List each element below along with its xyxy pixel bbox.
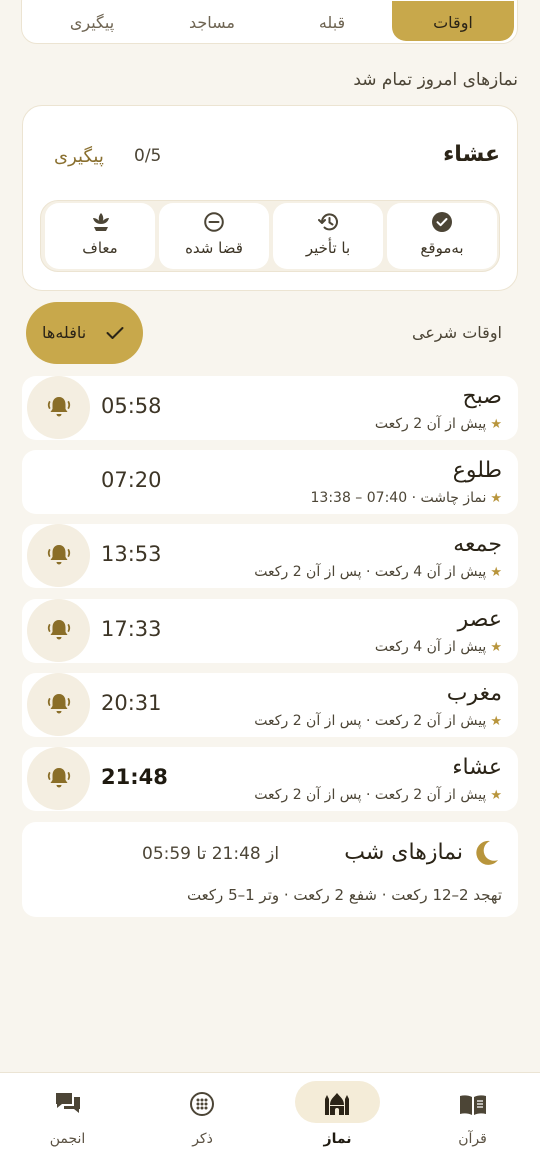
prayer-row-friday[interactable]: 13:53 جمعه ★پیش از آن 4 رکعت · پس از آن … (22, 524, 518, 588)
lotus-icon (93, 213, 109, 231)
prayer-time: 07:20 (101, 468, 162, 492)
tab-times[interactable]: اوقات (392, 1, 514, 41)
alarm-toggle[interactable] (27, 524, 90, 587)
star-icon: ★ (490, 417, 502, 432)
tab-mosques[interactable]: مساجد (172, 1, 252, 41)
tasbih-icon (190, 1092, 214, 1116)
prayer-detail: ★پیش از آن 2 رکعت (374, 416, 502, 432)
check-circle-icon (432, 212, 452, 232)
history-icon (318, 213, 338, 231)
alarm-toggle[interactable] (27, 599, 90, 662)
night-prayers-detail: تهجد 2–12 رکعت · شفع 2 رکعت · وتر 1–5 رک… (186, 886, 502, 904)
nav-quran[interactable]: قرآن (405, 1073, 540, 1159)
nav-label: انجمن (49, 1131, 86, 1147)
nafele-label: نافله‌ها (42, 323, 87, 342)
night-prayers-card[interactable]: نمازهای شب از 21:48 تا 05:59 تهجد 2–12 ر… (22, 822, 518, 917)
prayer-time: 21:48 (101, 765, 168, 789)
star-icon: ★ (490, 714, 502, 729)
prayer-name: عصر (457, 607, 502, 632)
alarm-toggle[interactable] (27, 376, 90, 439)
prayer-row-fajr[interactable]: 05:58 صبح ★پیش از آن 2 رکعت (22, 376, 518, 440)
moon-icon (476, 840, 498, 865)
chat-icon (56, 1093, 80, 1113)
prayer-row-maghrib[interactable]: 20:31 مغرب ★پیش از آن 2 رکعت · پس از آن … (22, 673, 518, 737)
check-icon (106, 327, 124, 339)
top-tab-bar: اوقات قبله مساجد پیگیری (21, 0, 518, 44)
night-prayers-range: از 21:48 تا 05:59 (142, 844, 280, 864)
prayer-detail: ★پیش از آن 2 رکعت · پس از آن 2 رکعت (254, 787, 502, 803)
star-icon: ★ (490, 788, 502, 803)
prayer-detail: ★نماز چاشت · 07:40 – 13:38 (310, 490, 503, 506)
night-prayers-title: نمازهای شب (344, 840, 463, 865)
bottom-nav: انجمن ذکر نماز قرآن (0, 1072, 540, 1159)
prayer-time: 05:58 (101, 394, 162, 418)
minus-circle-icon (204, 212, 224, 232)
on-time-label: به‌موقع (420, 239, 464, 257)
nav-dhikr[interactable]: ذکر (135, 1073, 270, 1159)
mosque-icon (325, 1093, 349, 1115)
nav-prayer[interactable]: نماز (270, 1073, 405, 1159)
star-icon: ★ (490, 640, 502, 655)
tracker-link[interactable]: پیگیری (54, 146, 104, 167)
tracker-count: 0/5 (134, 146, 162, 166)
today-status-text: نمازهای امروز تمام شد (353, 70, 518, 90)
star-icon: ★ (490, 491, 502, 506)
late-button[interactable]: با تأخیر (273, 203, 383, 269)
prayer-name: صبح (462, 384, 502, 409)
exempt-button[interactable]: معاف (45, 203, 155, 269)
bell-icon (47, 768, 71, 788)
prayer-name: مغرب (446, 681, 502, 706)
shari-times-label: اوقات شرعی (412, 323, 502, 342)
prayer-name: جمعه (453, 532, 502, 557)
prayer-row-asr[interactable]: 17:33 عصر ★پیش از آن 4 رکعت (22, 599, 518, 663)
missed-button[interactable]: قضا شده (159, 203, 269, 269)
prayer-detail: ★پیش از آن 2 رکعت · پس از آن 2 رکعت (254, 713, 502, 729)
late-label: با تأخیر (305, 239, 351, 257)
star-icon: ★ (490, 565, 502, 580)
bell-icon (47, 545, 71, 565)
prayer-time: 17:33 (101, 617, 162, 641)
on-time-button[interactable]: به‌موقع (387, 203, 497, 269)
tab-tracking[interactable]: پیگیری (52, 1, 132, 41)
nafele-toggle-button[interactable]: نافله‌ها (26, 302, 143, 364)
missed-label: قضا شده (185, 239, 243, 257)
nav-label: نماز (323, 1131, 352, 1147)
prayer-row-isha[interactable]: 21:48 عشاء ★پیش از آن 2 رکعت · پس از آن … (22, 747, 518, 811)
nav-community[interactable]: انجمن (0, 1073, 135, 1159)
prayer-name: طلوع (452, 458, 502, 483)
nav-label: ذکر (192, 1131, 213, 1147)
tracker-card: عشاء 0/5 پیگیری به‌موقع با تأخیر قضا شده… (22, 105, 518, 291)
alarm-toggle[interactable] (27, 673, 90, 736)
prayer-detail: ★پیش از آن 4 رکعت · پس از آن 2 رکعت (254, 564, 502, 580)
status-options: به‌موقع با تأخیر قضا شده معاف (40, 200, 500, 272)
tracker-prayer-name: عشاء (443, 142, 500, 167)
exempt-label: معاف (82, 239, 118, 257)
prayer-row-sunrise[interactable]: 07:20 طلوع ★نماز چاشت · 07:40 – 13:38 (22, 450, 518, 514)
prayer-detail: ★پیش از آن 4 رکعت (374, 639, 502, 655)
alarm-toggle[interactable] (27, 747, 90, 810)
bell-icon (47, 620, 71, 640)
bell-icon (47, 397, 71, 417)
bell-icon (47, 694, 71, 714)
prayer-name: عشاء (452, 755, 502, 780)
tab-qibla[interactable]: قبله (292, 1, 372, 41)
book-icon (460, 1095, 486, 1115)
prayer-time: 20:31 (101, 691, 162, 715)
prayer-time: 13:53 (101, 542, 162, 566)
nav-label: قرآن (458, 1131, 487, 1147)
